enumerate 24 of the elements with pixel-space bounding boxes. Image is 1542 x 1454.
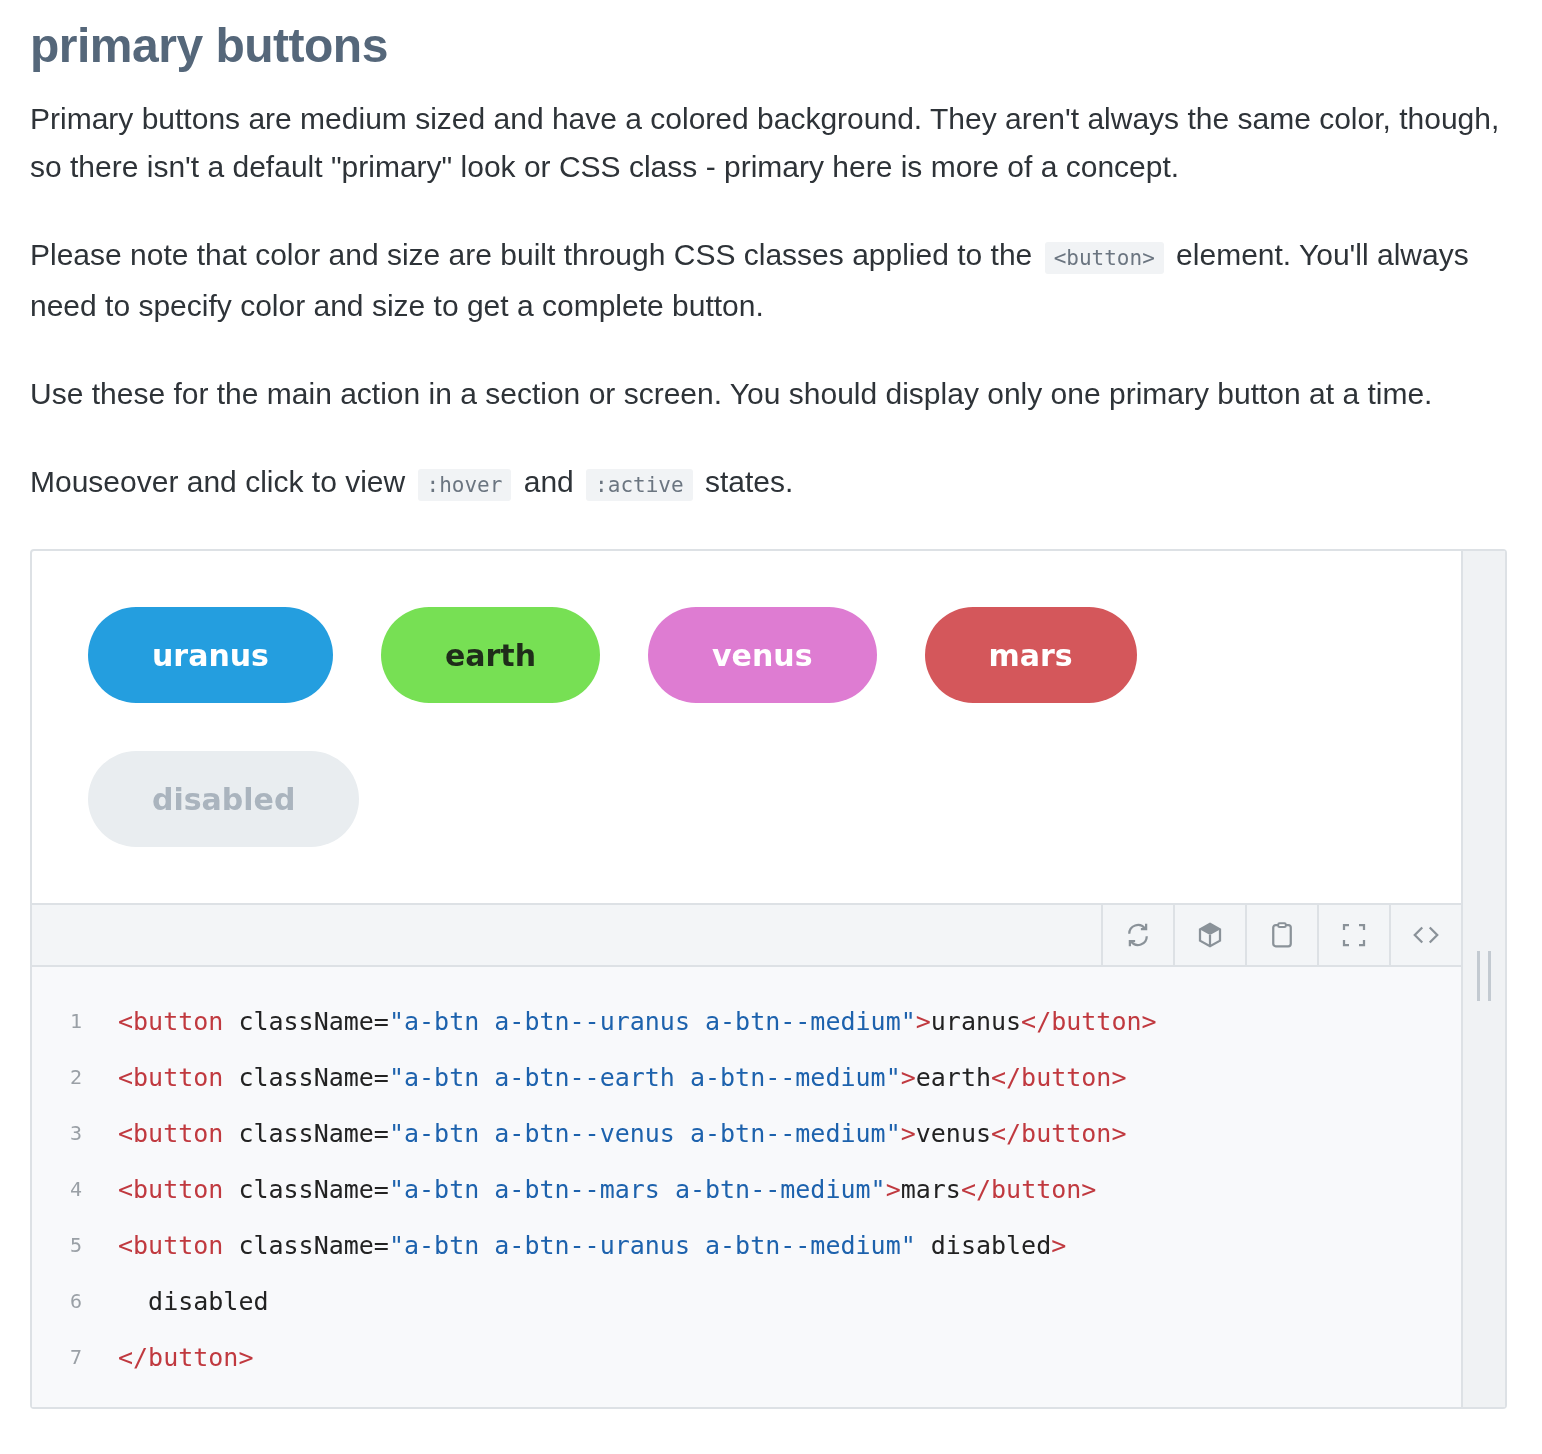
line-number: 6 [68, 1289, 83, 1313]
demo-button[interactable]: earth [380, 607, 601, 703]
resize-handle-icon[interactable] [1474, 951, 1494, 1001]
paragraph: Mouseover and click to view :hover and :active states. [30, 458, 1507, 509]
code-line: </button> [118, 1342, 254, 1372]
paragraph: Please note that color and size are built through CSS classes applied to the <button> element. You'll always need to specify color and size to get a complete button. [30, 237, 1470, 324]
code-line: disabled [147, 1286, 269, 1316]
line-number: 1 [68, 1009, 83, 1033]
demo-button[interactable]: uranus [88, 607, 333, 703]
section-heading: primary buttons [30, 18, 389, 73]
paragraph: Primary buttons are medium sized and have a colored background. They aren't always the same color, though, so there isn't a default "primary" look or CSS class - primary here is more of a concept. [30, 101, 1501, 185]
demo-button[interactable]: mars [924, 607, 1137, 703]
demo-button[interactable]: venus [648, 607, 877, 703]
code-line: <button className="a-btn a-btn--uranus a-btn--medium" disabled> [118, 1230, 1067, 1260]
line-number: 5 [68, 1233, 83, 1257]
code-line: <button className="a-btn a-btn--venus a-btn--medium">venus</button> [118, 1118, 1127, 1148]
code-line: <button className="a-btn a-btn--mars a-btn--medium">mars</button> [118, 1174, 1097, 1204]
line-number: 2 [68, 1065, 83, 1089]
line-number: 7 [68, 1345, 83, 1369]
code-line: <button className="a-btn a-btn--earth a-btn--medium">earth</button> [118, 1062, 1127, 1092]
line-number: 3 [68, 1121, 83, 1145]
line-number: 4 [68, 1177, 83, 1201]
paragraph: Use these for the main action in a section or screen. You should display only one primary button at a time. [30, 376, 1434, 412]
code-line: <button className="a-btn a-btn--uranus a-btn--medium">uranus</button> [118, 1006, 1157, 1036]
